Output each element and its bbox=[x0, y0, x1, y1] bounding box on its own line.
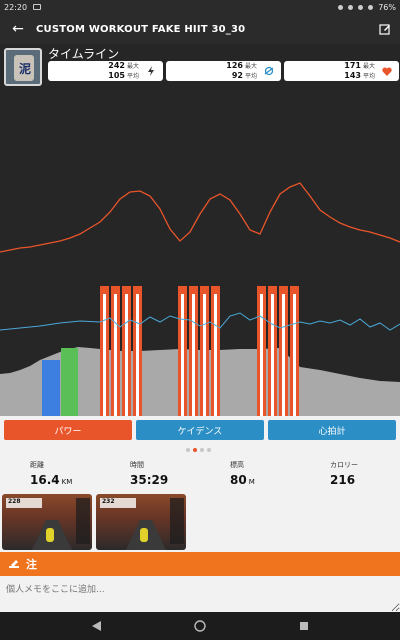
triangle-back-icon bbox=[91, 621, 101, 631]
page-title: CUSTOM WORKOUT FAKE HIIT 30_30 bbox=[36, 23, 246, 35]
notes-input[interactable] bbox=[0, 576, 400, 612]
notes-header: 注 bbox=[0, 552, 400, 576]
bluetooth-icon bbox=[348, 4, 354, 10]
nav-back-button[interactable] bbox=[90, 620, 102, 632]
screenshot-icon bbox=[33, 4, 42, 10]
zone-block-blue bbox=[42, 360, 60, 416]
note-icon bbox=[9, 560, 19, 568]
metric-calories: カロリー 216 bbox=[330, 461, 358, 487]
page-indicator bbox=[186, 448, 211, 452]
metric-elevation: 標高 80 M bbox=[230, 461, 255, 487]
notes-title: 注 bbox=[26, 558, 37, 571]
ride-screenshot[interactable]: 228 bbox=[2, 494, 92, 550]
app-bar: ← CUSTOM WORKOUT FAKE HIIT 30_30 bbox=[0, 14, 400, 44]
metric-tabs: パワー ケイデンス 心拍計 bbox=[4, 420, 396, 440]
battery-icon bbox=[368, 4, 374, 10]
system-nav-bar bbox=[0, 612, 400, 640]
page-dot bbox=[207, 448, 211, 452]
edit-icon bbox=[379, 24, 390, 35]
ride-metrics: 距離 16.4 KM 時間 35:29 標高 80 M カロリー 216 bbox=[0, 460, 400, 496]
page-dot-active bbox=[193, 448, 197, 452]
status-bar: 22:20 76% bbox=[0, 0, 400, 14]
circle-home-icon bbox=[194, 620, 206, 632]
status-time: 22:20 bbox=[4, 2, 28, 12]
ride-screenshot[interactable]: 232 bbox=[96, 494, 186, 550]
metric-distance: 距離 16.4 KM bbox=[30, 461, 73, 487]
edit-button[interactable] bbox=[370, 23, 400, 35]
screenshot-gallery: 228 232 bbox=[2, 494, 186, 550]
back-button[interactable]: ← bbox=[0, 21, 36, 37]
page-dot bbox=[200, 448, 204, 452]
page-dot bbox=[186, 448, 190, 452]
nav-recents-button[interactable] bbox=[298, 620, 310, 632]
arrow-left-icon: ← bbox=[12, 21, 24, 37]
tab-heart-rate[interactable]: 心拍計 bbox=[268, 420, 396, 440]
tab-power[interactable]: パワー bbox=[4, 420, 132, 440]
square-recents-icon bbox=[300, 622, 308, 630]
zone-block-green bbox=[61, 348, 78, 416]
timeline-chart: 泥 タイムライン 242 最大 105 平均 126 最大 92 平均 171 最大 14… bbox=[0, 44, 400, 416]
power-line bbox=[0, 182, 400, 253]
wifi-icon bbox=[358, 4, 364, 10]
battery-level: 76% bbox=[378, 2, 396, 12]
workout-graph bbox=[0, 182, 400, 416]
tab-cadence[interactable]: ケイデンス bbox=[136, 420, 264, 440]
alarm-icon bbox=[338, 4, 344, 10]
nav-home-button[interactable] bbox=[194, 620, 206, 632]
metric-time: 時間 35:29 bbox=[130, 461, 169, 487]
